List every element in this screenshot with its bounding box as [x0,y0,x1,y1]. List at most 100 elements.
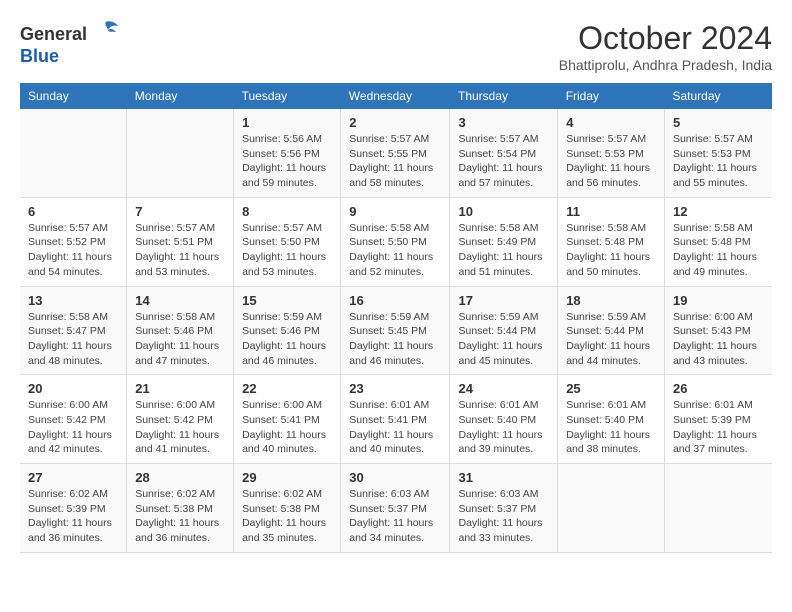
logo-general: General [20,24,87,44]
location: Bhattiprolu, Andhra Pradesh, India [559,57,772,73]
calendar-week-row: 6Sunrise: 5:57 AM Sunset: 5:52 PM Daylig… [20,197,772,286]
day-number: 11 [566,204,656,219]
day-number: 14 [135,293,225,308]
calendar-cell: 23 Sunrise: 6:01 AM Sunset: 5:41 PM Dayli… [341,375,450,464]
day-info: Sunrise: 6:00 AM Sunset: 5:43 PM Dayligh… [673,310,764,369]
calendar-week-row: 13 Sunrise: 5:58 AM Sunset: 5:47 PM Dayli… [20,286,772,375]
weekday-header-thursday: Thursday [450,83,558,109]
calendar-cell: 9Sunrise: 5:58 AM Sunset: 5:50 PM Daylig… [341,197,450,286]
day-number: 16 [349,293,441,308]
day-number: 2 [349,115,441,130]
calendar-cell: 21Sunrise: 6:00 AM Sunset: 5:42 PM Dayli… [127,375,234,464]
weekday-header-tuesday: Tuesday [234,83,341,109]
calendar-cell: 19 Sunrise: 6:00 AM Sunset: 5:43 PM Dayli… [664,286,772,375]
day-info: Sunrise: 5:57 AM Sunset: 5:54 PM Dayligh… [458,132,549,191]
day-info: Sunrise: 5:57 AM Sunset: 5:52 PM Dayligh… [28,221,118,280]
day-info: Sunrise: 5:57 AM Sunset: 5:53 PM Dayligh… [673,132,764,191]
calendar-cell: 4 Sunrise: 5:57 AM Sunset: 5:53 PM Daylig… [558,109,665,197]
day-info: Sunrise: 6:03 AM Sunset: 5:37 PM Dayligh… [458,487,549,546]
weekday-header-row: SundayMondayTuesdayWednesdayThursdayFrid… [20,83,772,109]
day-info: Sunrise: 6:02 AM Sunset: 5:38 PM Dayligh… [135,487,225,546]
calendar-cell: 18 Sunrise: 5:59 AM Sunset: 5:44 PM Dayli… [558,286,665,375]
calendar-cell [127,109,234,197]
weekday-header-wednesday: Wednesday [341,83,450,109]
calendar-cell: 12 Sunrise: 5:58 AM Sunset: 5:48 PM Dayli… [664,197,772,286]
day-number: 1 [242,115,332,130]
day-number: 17 [458,293,549,308]
day-info: Sunrise: 5:59 AM Sunset: 5:44 PM Dayligh… [458,310,549,369]
day-number: 13 [28,293,118,308]
day-info: Sunrise: 5:57 AM Sunset: 5:55 PM Dayligh… [349,132,441,191]
day-info: Sunrise: 5:58 AM Sunset: 5:47 PM Dayligh… [28,310,118,369]
day-info: Sunrise: 5:58 AM Sunset: 5:50 PM Dayligh… [349,221,441,280]
calendar-cell: 24 Sunrise: 6:01 AM Sunset: 5:40 PM Dayli… [450,375,558,464]
day-info: Sunrise: 5:57 AM Sunset: 5:51 PM Dayligh… [135,221,225,280]
calendar-cell: 25Sunrise: 6:01 AM Sunset: 5:40 PM Dayli… [558,375,665,464]
calendar-cell: 27 Sunrise: 6:02 AM Sunset: 5:39 PM Dayli… [20,464,127,553]
day-info: Sunrise: 5:56 AM Sunset: 5:56 PM Dayligh… [242,132,332,191]
day-number: 29 [242,470,332,485]
day-info: Sunrise: 5:58 AM Sunset: 5:46 PM Dayligh… [135,310,225,369]
day-number: 27 [28,470,118,485]
day-number: 8 [242,204,332,219]
calendar-cell: 20Sunrise: 6:00 AM Sunset: 5:42 PM Dayli… [20,375,127,464]
calendar-cell: 15Sunrise: 5:59 AM Sunset: 5:46 PM Dayli… [234,286,341,375]
weekday-header-friday: Friday [558,83,665,109]
day-number: 26 [673,381,764,396]
calendar-cell: 6Sunrise: 5:57 AM Sunset: 5:52 PM Daylig… [20,197,127,286]
calendar-cell: 5 Sunrise: 5:57 AM Sunset: 5:53 PM Daylig… [664,109,772,197]
calendar-cell: 29 Sunrise: 6:02 AM Sunset: 5:38 PM Dayli… [234,464,341,553]
day-number: 28 [135,470,225,485]
calendar-cell: 16Sunrise: 5:59 AM Sunset: 5:45 PM Dayli… [341,286,450,375]
day-info: Sunrise: 5:57 AM Sunset: 5:53 PM Dayligh… [566,132,656,191]
day-number: 31 [458,470,549,485]
calendar-cell: 13 Sunrise: 5:58 AM Sunset: 5:47 PM Dayli… [20,286,127,375]
day-number: 25 [566,381,656,396]
day-info: Sunrise: 6:01 AM Sunset: 5:41 PM Dayligh… [349,398,441,457]
weekday-header-saturday: Saturday [664,83,772,109]
day-info: Sunrise: 6:01 AM Sunset: 5:39 PM Dayligh… [673,398,764,457]
day-info: Sunrise: 5:58 AM Sunset: 5:48 PM Dayligh… [673,221,764,280]
day-info: Sunrise: 6:02 AM Sunset: 5:38 PM Dayligh… [242,487,332,546]
day-number: 7 [135,204,225,219]
calendar-cell: 28 Sunrise: 6:02 AM Sunset: 5:38 PM Dayli… [127,464,234,553]
day-info: Sunrise: 5:58 AM Sunset: 5:49 PM Dayligh… [458,221,549,280]
month-title: October 2024 [559,20,772,57]
day-number: 24 [458,381,549,396]
day-number: 19 [673,293,764,308]
calendar-cell: 10 Sunrise: 5:58 AM Sunset: 5:49 PM Dayli… [450,197,558,286]
weekday-header-monday: Monday [127,83,234,109]
day-number: 18 [566,293,656,308]
day-info: Sunrise: 5:57 AM Sunset: 5:50 PM Dayligh… [242,221,332,280]
day-number: 15 [242,293,332,308]
calendar-cell: 30Sunrise: 6:03 AM Sunset: 5:37 PM Dayli… [341,464,450,553]
day-info: Sunrise: 5:59 AM Sunset: 5:44 PM Dayligh… [566,310,656,369]
calendar-cell: 1 Sunrise: 5:56 AM Sunset: 5:56 PM Daylig… [234,109,341,197]
day-number: 10 [458,204,549,219]
calendar-cell [664,464,772,553]
calendar-table: SundayMondayTuesdayWednesdayThursdayFrid… [20,83,772,553]
day-info: Sunrise: 6:00 AM Sunset: 5:41 PM Dayligh… [242,398,332,457]
logo: General Blue [20,20,118,67]
calendar-cell: 14 Sunrise: 5:58 AM Sunset: 5:46 PM Dayli… [127,286,234,375]
calendar-cell: 3Sunrise: 5:57 AM Sunset: 5:54 PM Daylig… [450,109,558,197]
calendar-cell [20,109,127,197]
calendar-cell: 8 Sunrise: 5:57 AM Sunset: 5:50 PM Daylig… [234,197,341,286]
calendar-cell: 31 Sunrise: 6:03 AM Sunset: 5:37 PM Dayli… [450,464,558,553]
day-info: Sunrise: 6:03 AM Sunset: 5:37 PM Dayligh… [349,487,441,546]
calendar-cell [558,464,665,553]
calendar-cell: 22 Sunrise: 6:00 AM Sunset: 5:41 PM Dayli… [234,375,341,464]
day-number: 20 [28,381,118,396]
calendar-week-row: 20Sunrise: 6:00 AM Sunset: 5:42 PM Dayli… [20,375,772,464]
day-number: 23 [349,381,441,396]
calendar-cell: 2 Sunrise: 5:57 AM Sunset: 5:55 PM Daylig… [341,109,450,197]
weekday-header-sunday: Sunday [20,83,127,109]
page-header: General Blue October 2024 Bhattiprolu, A… [20,20,772,73]
day-number: 4 [566,115,656,130]
day-number: 5 [673,115,764,130]
day-info: Sunrise: 6:02 AM Sunset: 5:39 PM Dayligh… [28,487,118,546]
day-number: 12 [673,204,764,219]
day-number: 22 [242,381,332,396]
day-info: Sunrise: 6:01 AM Sunset: 5:40 PM Dayligh… [458,398,549,457]
title-section: October 2024 Bhattiprolu, Andhra Pradesh… [559,20,772,73]
